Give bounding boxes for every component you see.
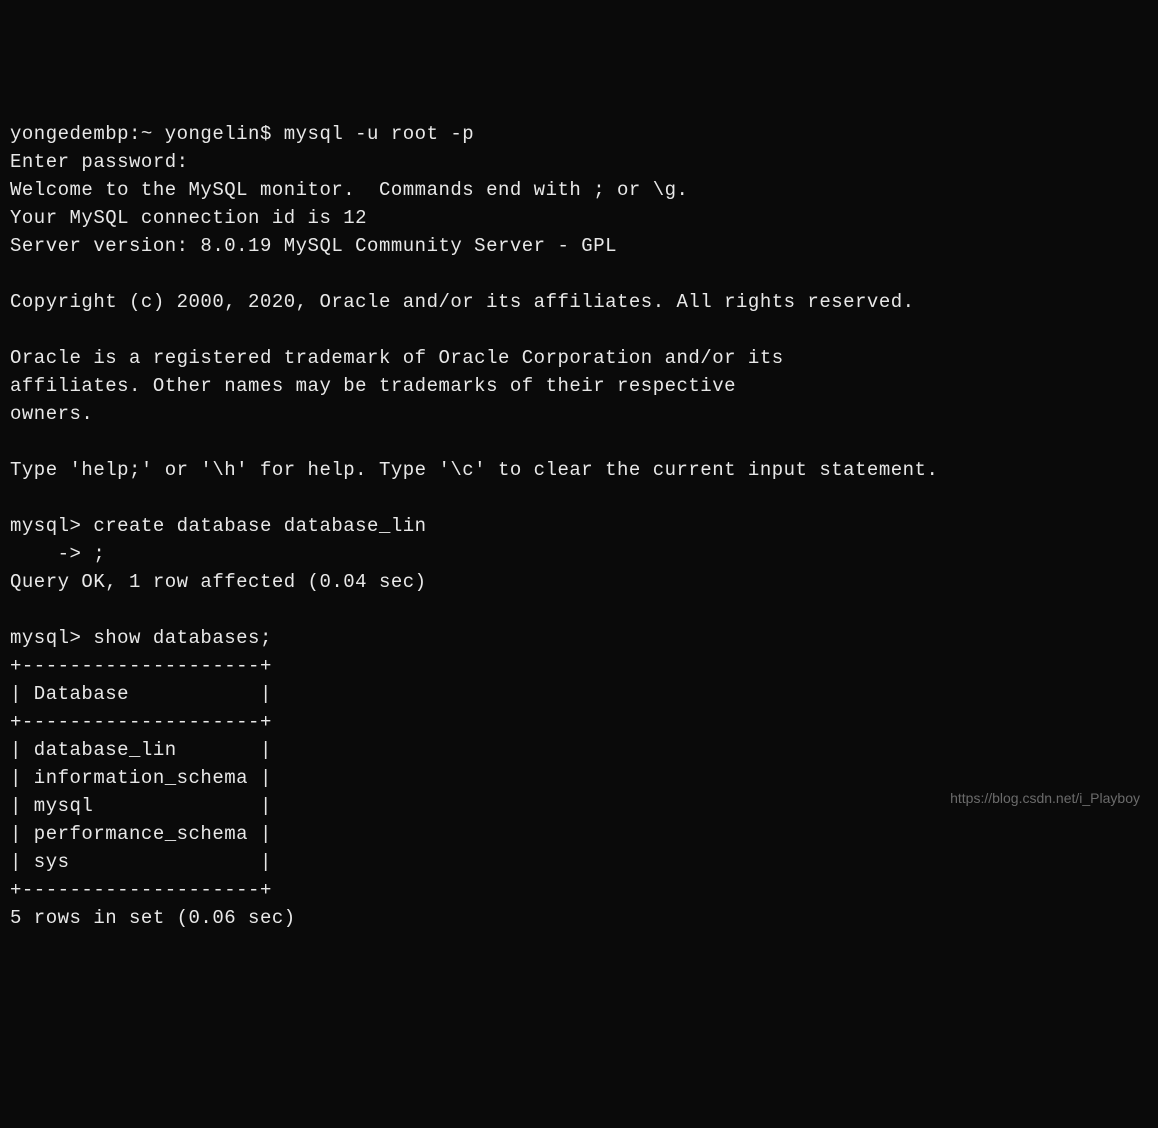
terminal-line: affiliates. Other names may be trademark… (10, 375, 736, 397)
terminal-line: Copyright (c) 2000, 2020, Oracle and/or … (10, 291, 915, 313)
terminal-line: owners. (10, 403, 93, 425)
terminal-line: mysql> create database database_lin (10, 515, 427, 537)
terminal-line: | sys | (10, 851, 272, 873)
terminal-line: mysql> show databases; (10, 627, 272, 649)
terminal-line: | mysql | (10, 795, 272, 817)
terminal-line: yongedembp:~ yongelin$ mysql -u root -p (10, 123, 474, 145)
terminal-line: Type 'help;' or '\h' for help. Type '\c'… (10, 459, 938, 481)
terminal-line: | performance_schema | (10, 823, 272, 845)
terminal-line: Oracle is a registered trademark of Orac… (10, 347, 784, 369)
terminal-line: | database_lin | (10, 739, 272, 761)
terminal-line: | Database | (10, 683, 272, 705)
terminal-line: Query OK, 1 row affected (0.04 sec) (10, 571, 427, 593)
terminal-line: +--------------------+ (10, 711, 272, 733)
terminal-line: Your MySQL connection id is 12 (10, 207, 367, 229)
terminal-line: Welcome to the MySQL monitor. Commands e… (10, 179, 688, 201)
terminal-line: Server version: 8.0.19 MySQL Community S… (10, 235, 617, 257)
terminal-line: -> ; (10, 543, 105, 565)
watermark-text: https://blog.csdn.net/i_Playboy (950, 784, 1140, 812)
terminal-line: +--------------------+ (10, 655, 272, 677)
terminal-line: | information_schema | (10, 767, 272, 789)
terminal-line: +--------------------+ (10, 879, 272, 901)
terminal-line: 5 rows in set (0.06 sec) (10, 907, 296, 929)
terminal-line: Enter password: (10, 151, 200, 173)
